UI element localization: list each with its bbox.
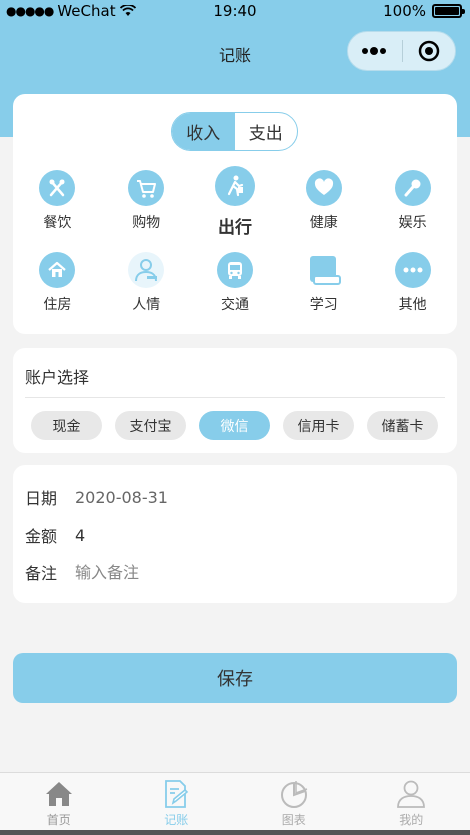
type-toggle: 收入 支出 xyxy=(171,112,298,151)
category-item-study[interactable]: 学习 xyxy=(279,246,368,328)
person-icon xyxy=(128,252,165,288)
category-item-transport[interactable]: 交通 xyxy=(191,246,280,328)
account-chip-credit-card[interactable]: 信用卡 xyxy=(283,411,354,440)
battery-icon xyxy=(432,4,465,18)
tab-record[interactable]: 记账 xyxy=(118,773,236,835)
category-card: 收入 支出 餐饮 购物 出行 健康 娱乐 住房 人情 交通 学习 其他 xyxy=(13,94,457,334)
category-label: 住房 xyxy=(43,297,72,313)
tab-label: 我的 xyxy=(399,813,424,827)
battery-percent: 100% xyxy=(383,2,426,20)
bus-icon xyxy=(216,252,253,288)
bottom-edge xyxy=(0,830,470,835)
save-button[interactable]: 保存 xyxy=(13,653,457,703)
more-dots-icon xyxy=(394,252,431,288)
category-label: 人情 xyxy=(132,297,161,313)
category-label: 娱乐 xyxy=(398,215,427,231)
note-label: 备注 xyxy=(25,564,58,583)
tab-label: 首页 xyxy=(46,813,71,827)
tab-label: 图表 xyxy=(281,813,306,827)
category-item-travel[interactable]: 出行 xyxy=(191,164,280,246)
tab-profile[interactable]: 我的 xyxy=(353,773,470,835)
category-item-other[interactable]: 其他 xyxy=(368,246,457,328)
income-tab[interactable]: 收入 xyxy=(172,113,235,150)
entry-form-card: 日期 2020-08-31 金额 4 备注 xyxy=(13,465,457,603)
note-input[interactable] xyxy=(75,562,375,582)
amount-row: 金额 4 xyxy=(25,523,85,547)
amount-input[interactable]: 4 xyxy=(75,526,85,545)
category-label: 交通 xyxy=(220,297,249,313)
account-options: 现金 支付宝 微信 信用卡 储蓄卡 xyxy=(31,411,438,440)
account-divider xyxy=(25,397,445,398)
status-right: 100% xyxy=(383,2,465,20)
date-picker[interactable]: 2020-08-31 xyxy=(75,488,168,507)
close-mini-program-icon[interactable] xyxy=(403,40,455,62)
more-options-icon[interactable] xyxy=(348,46,402,56)
microphone-icon xyxy=(394,170,431,206)
account-chip-savings-card[interactable]: 储蓄卡 xyxy=(367,411,438,440)
category-label: 餐饮 xyxy=(43,215,72,231)
home-icon xyxy=(45,782,72,806)
pie-chart-icon xyxy=(280,781,308,808)
date-row: 日期 2020-08-31 xyxy=(25,485,168,509)
tab-label: 记账 xyxy=(164,813,189,827)
book-icon xyxy=(305,252,342,288)
house-icon xyxy=(39,252,76,288)
category-label: 学习 xyxy=(309,297,338,313)
category-label: 购物 xyxy=(132,215,161,231)
note-row: 备注 xyxy=(25,560,375,584)
category-item-housing[interactable]: 住房 xyxy=(13,246,102,328)
mini-program-capsule xyxy=(347,31,456,71)
date-label: 日期 xyxy=(25,489,58,508)
category-label: 健康 xyxy=(309,215,338,231)
category-grid: 餐饮 购物 出行 健康 娱乐 住房 人情 交通 学习 其他 xyxy=(13,164,457,328)
battery-fill xyxy=(435,7,459,15)
heart-icon xyxy=(305,170,342,206)
tab-home[interactable]: 首页 xyxy=(0,773,118,835)
walking-person-icon xyxy=(214,166,255,206)
account-chip-alipay[interactable]: 支付宝 xyxy=(115,411,186,440)
category-item-dining[interactable]: 餐饮 xyxy=(13,164,102,246)
account-card: 账户选择 现金 支付宝 微信 信用卡 储蓄卡 xyxy=(13,348,457,453)
account-chip-cash[interactable]: 现金 xyxy=(31,411,102,440)
category-item-shopping[interactable]: 购物 xyxy=(102,164,191,246)
account-title: 账户选择 xyxy=(25,368,90,387)
category-item-health[interactable]: 健康 xyxy=(279,164,368,246)
category-label: 出行 xyxy=(217,218,252,238)
tab-bar: 首页 记账 图表 我的 xyxy=(0,772,470,835)
amount-label: 金额 xyxy=(25,527,58,546)
status-bar: ●●●●● WeChat 19:40 100% xyxy=(0,0,470,24)
user-icon xyxy=(397,780,426,808)
edit-note-icon xyxy=(165,780,189,808)
expense-tab[interactable]: 支出 xyxy=(235,113,298,150)
account-chip-wechat[interactable]: 微信 xyxy=(199,411,270,440)
category-label: 其他 xyxy=(398,297,427,313)
utensils-icon xyxy=(39,170,76,206)
tab-charts[interactable]: 图表 xyxy=(235,773,353,835)
category-item-social[interactable]: 人情 xyxy=(102,246,191,328)
shopping-cart-icon xyxy=(128,170,165,206)
category-item-entertainment[interactable]: 娱乐 xyxy=(368,164,457,246)
